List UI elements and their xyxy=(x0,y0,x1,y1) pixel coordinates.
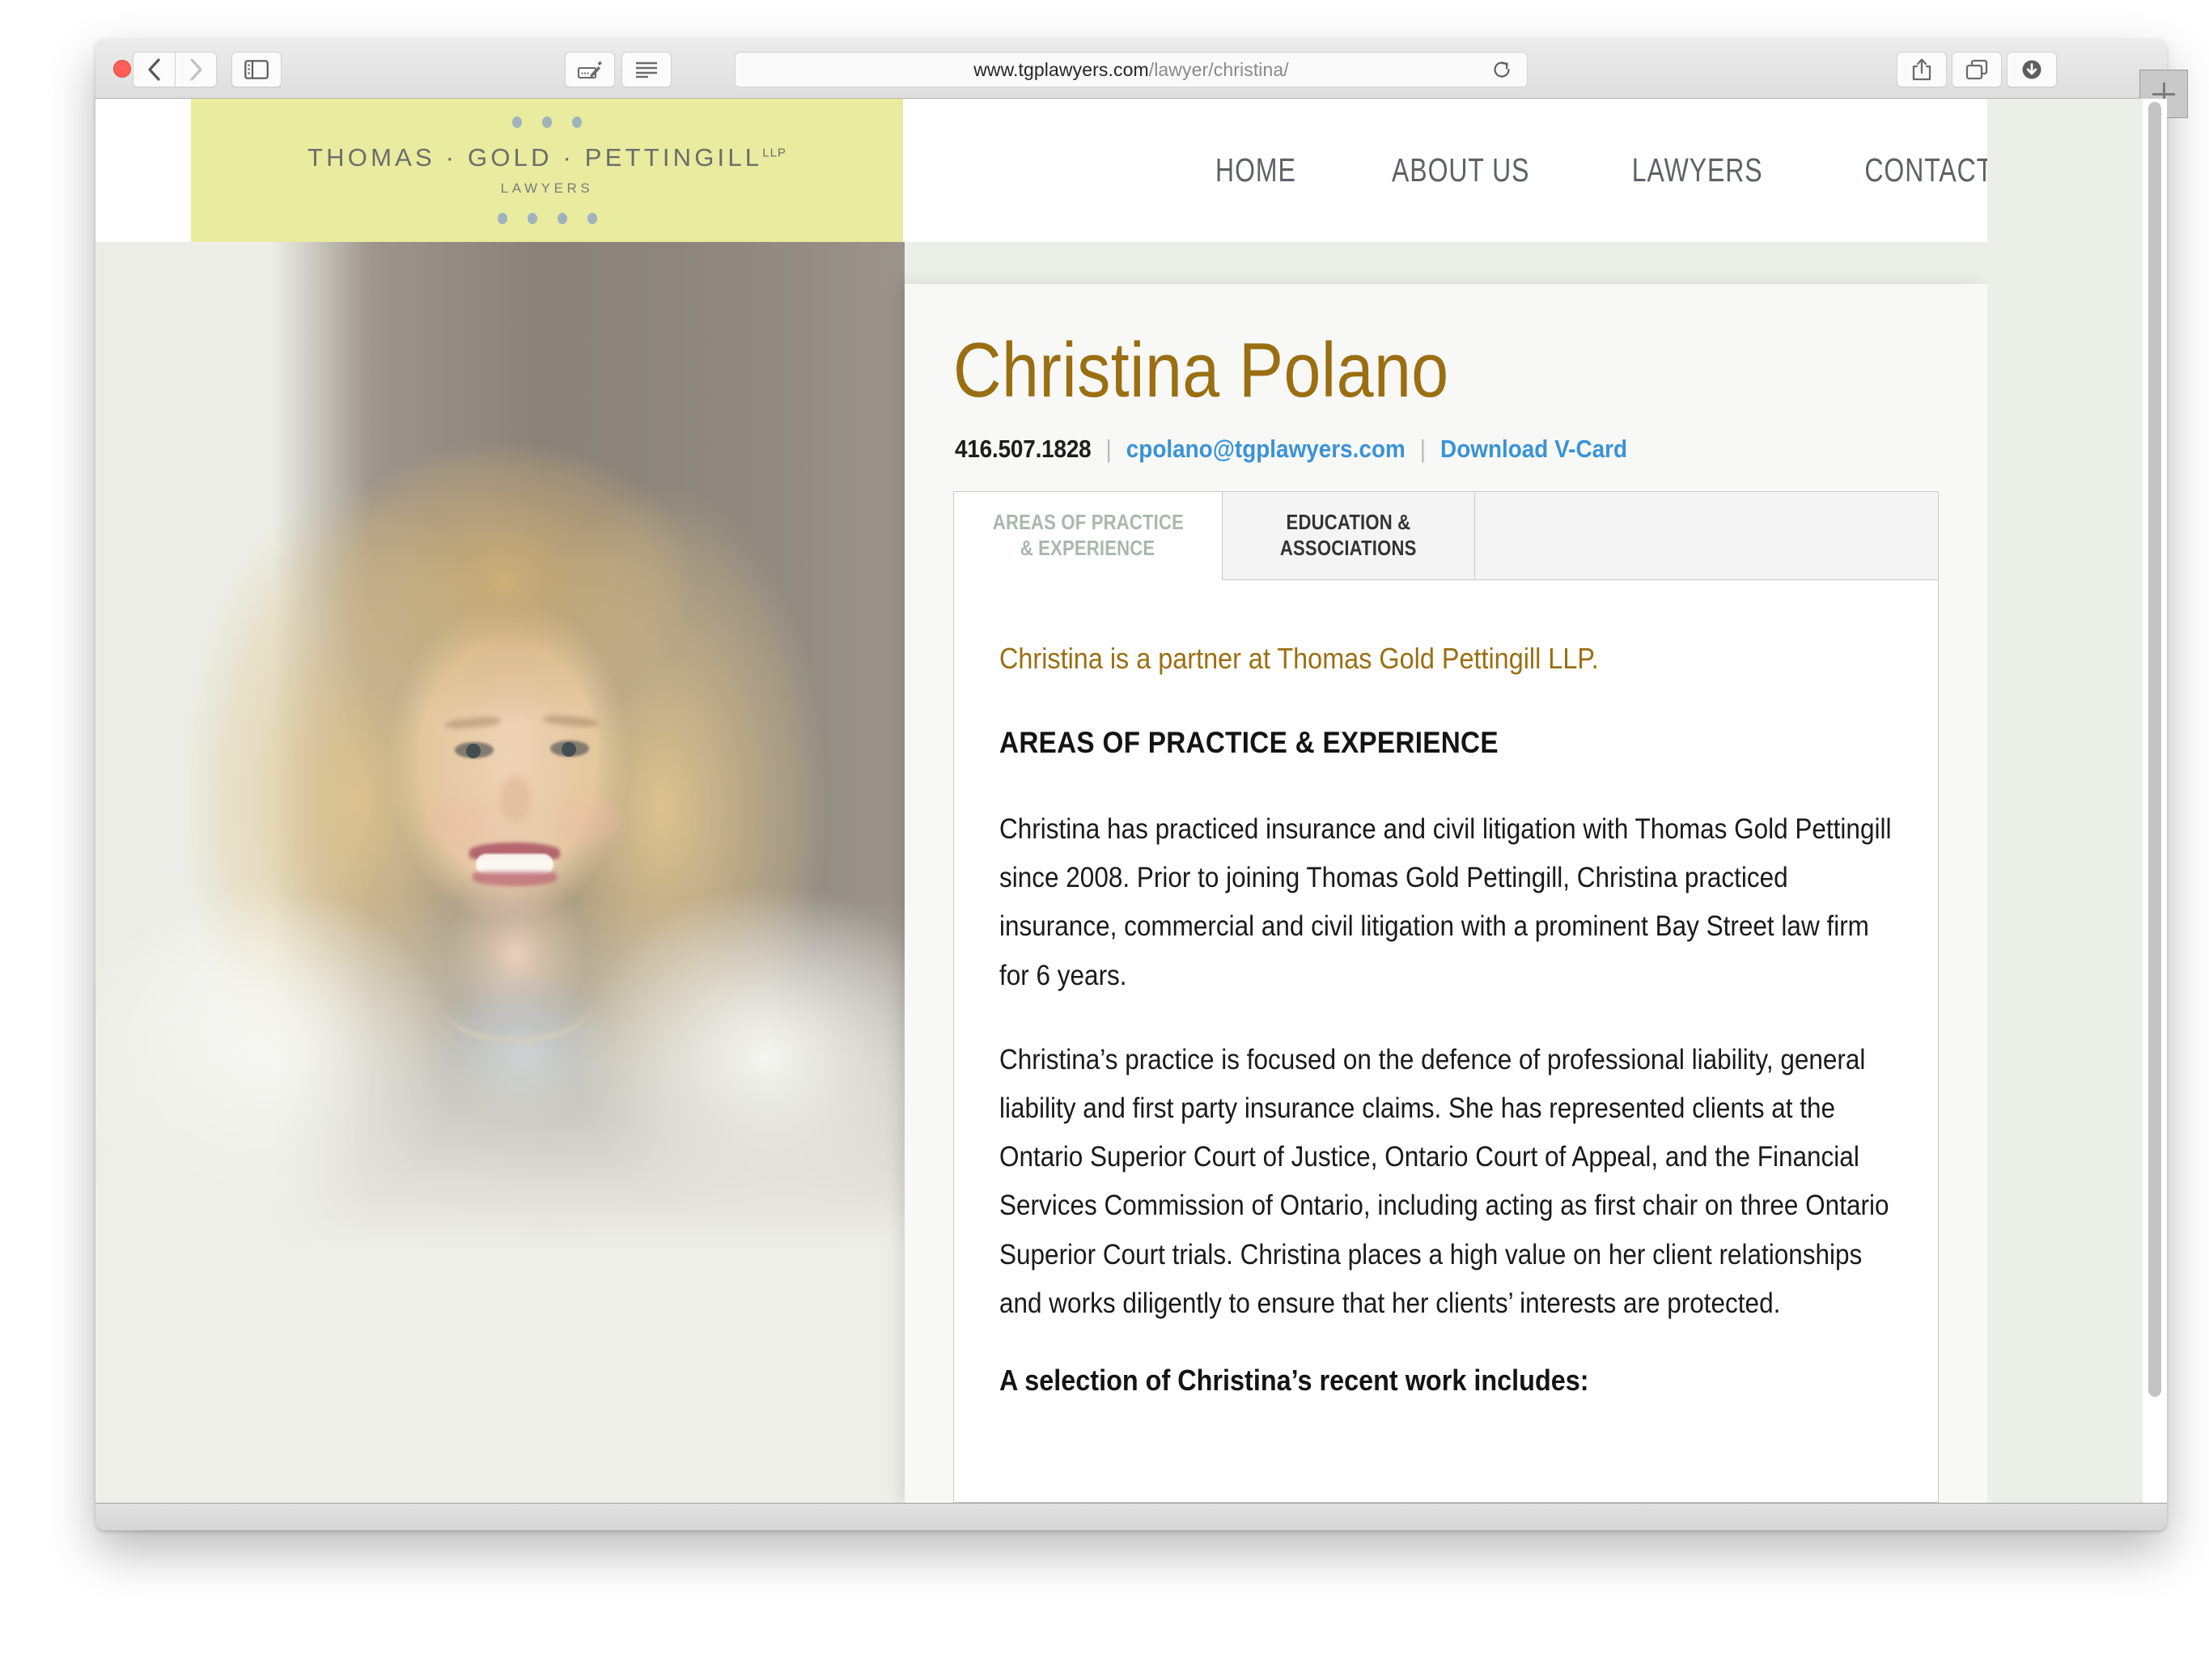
photo-detail xyxy=(500,776,531,823)
reader-view-button[interactable] xyxy=(621,52,672,87)
back-icon xyxy=(147,58,160,81)
photo-detail xyxy=(427,800,492,849)
photo-detail xyxy=(466,744,481,758)
logo-dots-bottom xyxy=(497,213,597,224)
show-sidebar-button[interactable] xyxy=(231,52,282,87)
download-vcard-link[interactable]: Download V-Card xyxy=(1440,435,1627,464)
markup-button[interactable] xyxy=(565,52,615,87)
page-scrollbar[interactable] xyxy=(2143,99,2167,1503)
separator: | xyxy=(1105,435,1112,463)
logo-wordmark-text: THOMAS · GOLD · PETTINGILL xyxy=(307,143,763,172)
lawyer-photo xyxy=(95,242,905,1503)
logo-wordmark: THOMAS · GOLD · PETTINGILLLLP xyxy=(307,143,787,172)
panel-heading: AREAS OF PRACTICE & EXPERIENCE xyxy=(999,726,1499,759)
nav-item-home[interactable]: HOME xyxy=(1190,151,1321,189)
separator: | xyxy=(1419,435,1427,463)
downloads-button[interactable] xyxy=(2007,52,2057,87)
main-navigation: HOME ABOUT US LAWYERS CONTACT xyxy=(1172,99,2043,242)
photo-detail xyxy=(473,872,557,886)
logo-dot xyxy=(542,117,552,128)
forward-icon xyxy=(190,58,202,81)
forward-button[interactable] xyxy=(175,52,217,87)
panel-paragraph-1: Christina has practiced insurance and ci… xyxy=(999,813,1892,991)
nav-item-about-us[interactable]: ABOUT US xyxy=(1367,151,1555,189)
url-text: www.tgplawyers.com/lawyer/christina/ xyxy=(973,59,1289,81)
lawyer-profile-card: Christina Polano 416.507.1828 | cpolano@… xyxy=(905,284,1987,1503)
profile-tabs: AREAS OF PRACTICE & EXPERIENCE EDUCATION… xyxy=(953,491,1939,580)
contact-line: 416.507.1828 | cpolano@tgplawyers.com | … xyxy=(955,435,1627,464)
logo-llp: LLP xyxy=(762,146,787,160)
tab-strip-filler xyxy=(1475,492,1938,579)
browser-toolbar: www.tgplawyers.com/lawyer/christina/ xyxy=(95,39,2188,118)
page-right-gutter xyxy=(1987,99,2143,1503)
tab-education-associations[interactable]: EDUCATION & ASSOCIATIONS xyxy=(1223,492,1475,579)
page-scrollbar-thumb[interactable] xyxy=(2148,102,2161,1397)
window-bottom-bar xyxy=(95,1503,2167,1530)
phone-number: 416.507.1828 xyxy=(955,435,1092,463)
markup-icon xyxy=(577,61,602,79)
logo-dot xyxy=(587,213,597,224)
downloads-icon xyxy=(2022,60,2042,79)
logo-dots-top xyxy=(512,117,582,128)
photo-detail xyxy=(444,715,502,731)
close-window-button[interactable] xyxy=(113,60,131,78)
web-page: THOMAS · GOLD · PETTINGILLLLP LAWYERS HO… xyxy=(95,99,2167,1503)
lawyer-photo-detail xyxy=(95,242,905,1503)
tab-label-line2: & EXPERIENCE xyxy=(1020,536,1155,560)
tab-overview-icon xyxy=(1965,59,1988,80)
reader-icon xyxy=(636,62,657,78)
photo-detail xyxy=(562,742,576,757)
back-button[interactable] xyxy=(133,52,175,87)
tab-areas-of-practice[interactable]: AREAS OF PRACTICE & EXPERIENCE xyxy=(954,492,1223,580)
photo-detail xyxy=(443,970,589,1043)
browser-window: www.tgplawyers.com/lawyer/christina/ THO… xyxy=(95,39,2188,1530)
logo-dot xyxy=(497,213,507,224)
share-icon xyxy=(1912,58,1931,81)
logo-subline: LAWYERS xyxy=(500,180,594,196)
tab-overview-button[interactable] xyxy=(1952,52,2002,87)
page-viewport: THOMAS · GOLD · PETTINGILLLLP LAWYERS HO… xyxy=(95,99,2167,1503)
desktop-background: www.tgplawyers.com/lawyer/christina/ THO… xyxy=(0,0,2209,1680)
site-header: THOMAS · GOLD · PETTINGILLLLP LAWYERS HO… xyxy=(95,99,1992,242)
email-link[interactable]: cpolano@tgplawyers.com xyxy=(1126,435,1406,464)
logo-dot xyxy=(557,213,567,224)
site-logo[interactable]: THOMAS · GOLD · PETTINGILLLLP LAWYERS xyxy=(191,99,903,242)
sidebar-icon xyxy=(244,60,269,79)
share-button[interactable] xyxy=(1897,52,1947,87)
panel-lede: Christina is a partner at Thomas Gold Pe… xyxy=(999,642,1599,675)
url-host: www.tgplawyers.com xyxy=(973,58,1149,80)
reload-button[interactable] xyxy=(1491,59,1512,80)
photo-detail xyxy=(558,799,623,847)
logo-dot xyxy=(512,117,522,128)
page-title: Christina Polano xyxy=(953,327,1449,414)
reload-icon xyxy=(1494,62,1510,78)
url-path: /lawyer/christina/ xyxy=(1148,58,1289,80)
tab-label-line1: AREAS OF PRACTICE xyxy=(992,510,1184,535)
nav-item-lawyers[interactable]: LAWYERS xyxy=(1607,151,1788,189)
tab-panel-areas-of-practice: Christina is a partner at Thomas Gold Pe… xyxy=(953,580,1939,1503)
tab-label-line1: EDUCATION & xyxy=(1286,510,1411,535)
panel-subheading: A selection of Christina’s recent work i… xyxy=(999,1363,1589,1397)
tab-label-line2: ASSOCIATIONS xyxy=(1280,536,1417,560)
logo-dot xyxy=(527,213,537,224)
photo-detail xyxy=(541,713,600,729)
address-bar[interactable]: www.tgplawyers.com/lawyer/christina/ xyxy=(735,52,1528,87)
logo-dot xyxy=(572,117,582,128)
panel-paragraph-2: Christina’s practice is focused on the d… xyxy=(999,1043,1889,1319)
